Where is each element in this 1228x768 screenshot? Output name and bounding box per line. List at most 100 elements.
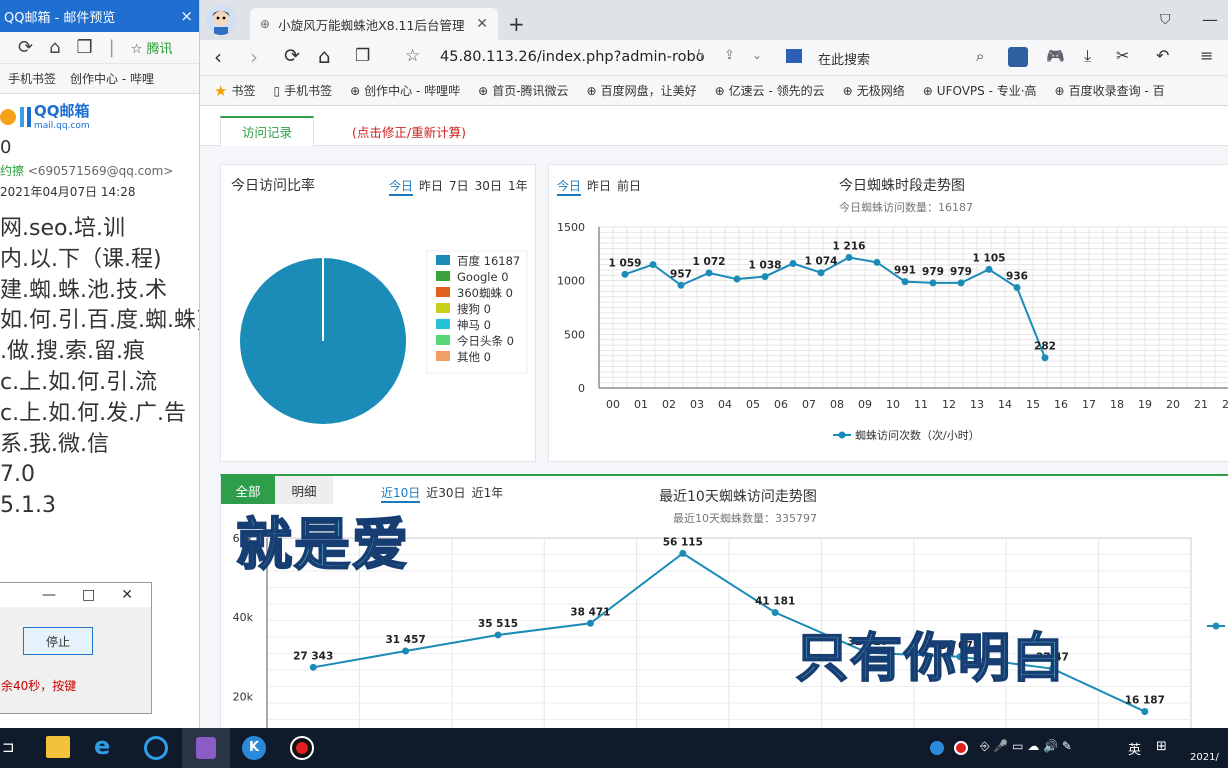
- reader-icon[interactable]: ❐: [355, 46, 370, 66]
- data-label: 979: [922, 266, 944, 278]
- recalc-link[interactable]: (点击修正/重新计算): [352, 122, 466, 141]
- close-icon[interactable]: ×: [180, 7, 199, 25]
- refresh-icon[interactable]: ⟳: [284, 45, 300, 67]
- data-point: [677, 281, 685, 289]
- data-label: 957: [670, 268, 692, 280]
- x-tick-label: 22: [1222, 398, 1228, 411]
- task-view-icon[interactable]: ⊐: [2, 738, 15, 756]
- close-icon[interactable]: ✕: [476, 16, 488, 32]
- star-icon[interactable]: ☆: [405, 46, 420, 66]
- legend-label: 其他 0: [457, 350, 491, 364]
- forward-icon[interactable]: ›: [250, 45, 258, 69]
- x-tick-label: 14: [998, 398, 1012, 411]
- bookmark-item[interactable]: ⊕ 创作中心 - 哔哩哔: [350, 82, 460, 99]
- minimize-icon[interactable]: —: [1202, 10, 1218, 29]
- data-label: 936: [1006, 271, 1028, 283]
- folder-icon[interactable]: [46, 736, 70, 758]
- lightning-icon[interactable]: ϟ: [696, 48, 705, 63]
- data-point: [1013, 284, 1021, 292]
- bookmark-item[interactable]: ⊕ 首页-腾讯微云: [478, 82, 568, 99]
- legend-swatch: [436, 271, 450, 281]
- y-tick-label: 1000: [557, 275, 585, 288]
- data-label: 16 187: [1125, 694, 1165, 706]
- x-tick-label: 08: [830, 398, 844, 411]
- tray-k-icon[interactable]: [930, 741, 944, 755]
- shirt-icon[interactable]: ⛉: [1160, 12, 1171, 28]
- undo-icon[interactable]: ↶: [1156, 46, 1169, 65]
- new-tab-icon[interactable]: +: [508, 12, 525, 36]
- scissors-icon[interactable]: ✂: [1116, 46, 1129, 65]
- data-point: [679, 549, 687, 557]
- ime-icon[interactable]: ⊞: [1156, 739, 1167, 754]
- refresh-icon[interactable]: ⟳: [18, 37, 33, 58]
- data-point: [985, 265, 993, 273]
- bookmark-item[interactable]: ⊕ 百度网盘，让美好: [587, 82, 697, 99]
- data-point: [771, 609, 779, 617]
- countdown-text: 余40秒，按键: [1, 679, 77, 693]
- extension-icon[interactable]: [1008, 47, 1028, 67]
- bookmark-item[interactable]: 手机书签: [8, 70, 56, 87]
- mail-nav-toolbar: ⟳ ⌂ ❒ | ☆ 腾讯: [0, 32, 199, 64]
- y-tick-label: 500: [564, 328, 585, 341]
- gamepad-icon[interactable]: 🎮: [1046, 47, 1065, 65]
- baidu-paw-icon[interactable]: [786, 49, 802, 63]
- data-label: 35 515: [478, 618, 518, 630]
- mail-body-line: 内.以.下（课.程): [0, 246, 162, 272]
- mail-body-line: c.上.如.何.发.广.告: [0, 400, 187, 426]
- mail-bookmarks-bar: 手机书签 创作中心 - 哔哩: [0, 64, 199, 94]
- avatar[interactable]: [206, 5, 236, 35]
- tray-record-icon[interactable]: [954, 741, 968, 755]
- ie-icon[interactable]: e: [94, 732, 110, 760]
- address-input[interactable]: 45.80.113.26/index.php?admin-robo: [440, 49, 705, 65]
- share-icon[interactable]: ⇪: [724, 48, 735, 63]
- tab-visit-log[interactable]: 访问记录: [220, 116, 314, 146]
- minimize-icon[interactable]: —: [42, 587, 56, 603]
- legend-label: 今日头条 0: [457, 334, 514, 348]
- globe-icon: ⊕: [350, 83, 361, 98]
- data-point: [1141, 707, 1149, 715]
- menu-icon[interactable]: ≡: [1200, 46, 1213, 65]
- reader-icon[interactable]: ❒: [77, 37, 93, 58]
- bookmark-item[interactable]: ⊕ 百度收录查询 - 百: [1055, 82, 1165, 99]
- active-app-icon[interactable]: [182, 728, 230, 768]
- bookmark-item[interactable]: ⊕ 无极网络: [843, 82, 905, 99]
- home-icon[interactable]: ⌂: [318, 44, 331, 68]
- data-point: [733, 275, 741, 283]
- data-point: [649, 261, 657, 269]
- k-app-icon[interactable]: K: [242, 736, 266, 760]
- data-point: [845, 253, 853, 261]
- app-icon[interactable]: [144, 736, 168, 760]
- search-icon[interactable]: ⌕: [976, 47, 984, 65]
- tray-icons[interactable]: ⎆ 🎤 ▭ ☁ 🔊 ✎: [980, 739, 1072, 754]
- data-label: 1 059: [609, 257, 642, 269]
- x-tick-label: 02: [662, 398, 676, 411]
- star-icon: ★: [214, 81, 228, 100]
- home-icon[interactable]: ⌂: [49, 37, 60, 58]
- input-lang[interactable]: 英: [1128, 739, 1141, 758]
- bookmark-item[interactable]: ▯ 手机书签: [273, 82, 332, 99]
- record-icon[interactable]: [290, 736, 314, 760]
- data-label: 41 181: [755, 596, 795, 608]
- x-tick-label: 11: [914, 398, 928, 411]
- close-icon[interactable]: ✕: [121, 587, 133, 603]
- stop-button[interactable]: 停止: [23, 627, 93, 655]
- chevron-down-icon[interactable]: ⌄: [752, 48, 762, 62]
- maximize-icon[interactable]: □: [82, 587, 95, 603]
- bookmark-item[interactable]: ★ 书签: [214, 82, 255, 100]
- mail-body-line: 建.蜘.蛛.池.技.术: [0, 277, 167, 303]
- download-icon[interactable]: ⤓: [1084, 46, 1091, 66]
- back-icon[interactable]: ‹: [214, 45, 222, 69]
- data-label: 38 471: [570, 606, 610, 618]
- data-point: [901, 278, 909, 286]
- data-label: 1 074: [805, 256, 838, 268]
- legend-label: 百度 16187: [457, 254, 520, 268]
- clock[interactable]: 2021/: [1190, 752, 1219, 763]
- search-input[interactable]: 在此搜索: [818, 49, 870, 68]
- tab-admin[interactable]: ⊕ 小旋风万能蜘蛛池X8.11后台管理 ✕: [250, 8, 498, 40]
- globe-icon: ⊕: [260, 17, 271, 31]
- bookmark-link[interactable]: ☆ 腾讯: [131, 38, 173, 57]
- bookmark-item[interactable]: ⊕ UFOVPS - 专业·高: [923, 82, 1037, 99]
- bookmark-item[interactable]: 创作中心 - 哔哩: [70, 70, 154, 87]
- bookmark-item[interactable]: ⊕ 亿速云 - 领先的云: [715, 82, 825, 99]
- browser-window: ⊕ 小旋风万能蜘蛛池X8.11后台管理 ✕ + ⛉ — ‹ › ⟳ ⌂ ❐ ☆ …: [200, 0, 1228, 728]
